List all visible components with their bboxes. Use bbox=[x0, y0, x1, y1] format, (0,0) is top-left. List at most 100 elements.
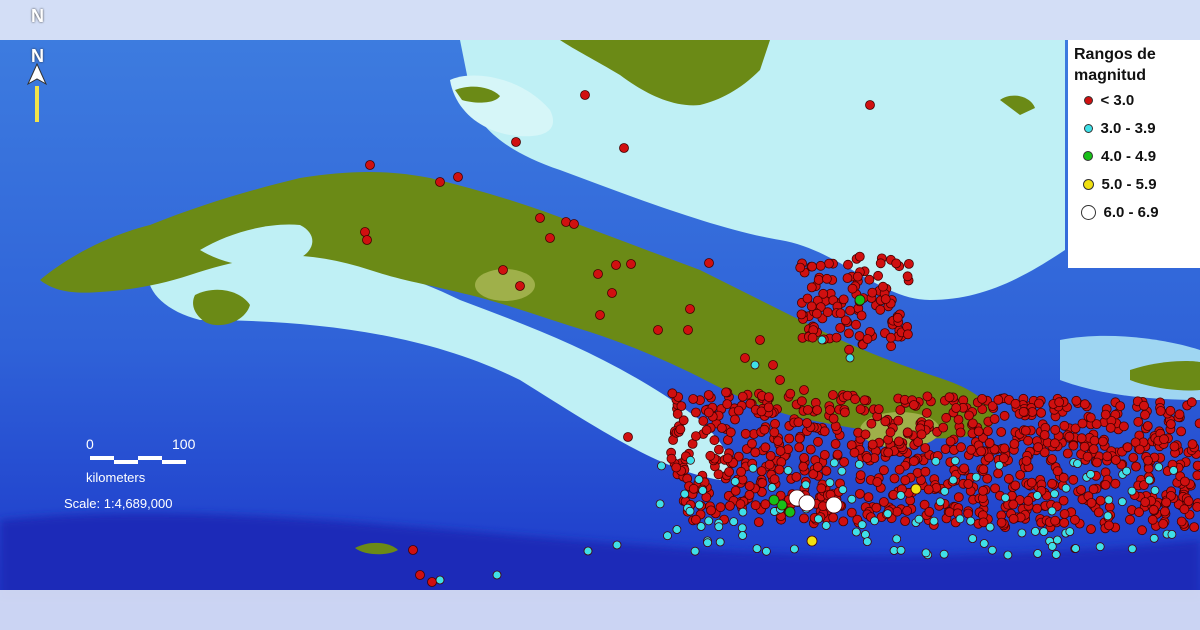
quake-point bbox=[849, 447, 860, 458]
quake-point bbox=[838, 485, 848, 495]
quake-point bbox=[956, 442, 966, 453]
quake-point bbox=[713, 469, 724, 480]
quake-point bbox=[1079, 441, 1090, 452]
quake-point bbox=[593, 269, 603, 279]
quake-point bbox=[822, 307, 833, 318]
quake-point bbox=[775, 446, 786, 456]
quake-point bbox=[1149, 533, 1159, 543]
quake-point bbox=[695, 500, 704, 510]
quake-point bbox=[902, 505, 912, 516]
quake-point bbox=[1159, 434, 1169, 445]
quake-point bbox=[894, 464, 905, 475]
quake-point bbox=[611, 260, 621, 270]
quake-point bbox=[999, 410, 1010, 421]
quake-point bbox=[1192, 460, 1200, 471]
quake-point bbox=[744, 490, 755, 500]
quake-point bbox=[653, 325, 663, 335]
quake-point bbox=[832, 449, 843, 460]
quake-point bbox=[1059, 509, 1070, 519]
quake-point bbox=[730, 485, 741, 496]
seismicity-map[interactable]: N N Rangos de magnitud < 3.0 3.0 - 3.9 4.0… bbox=[0, 0, 1200, 630]
quake-point bbox=[803, 404, 813, 415]
quake-point bbox=[863, 492, 874, 503]
quake-point bbox=[427, 577, 437, 587]
quake-point bbox=[1100, 409, 1111, 420]
quake-point bbox=[924, 506, 935, 517]
quake-point bbox=[1127, 486, 1137, 496]
quake-point bbox=[940, 486, 950, 496]
quake-point bbox=[696, 522, 706, 531]
quake-point bbox=[835, 322, 846, 333]
quake-point bbox=[880, 294, 891, 305]
quake-point bbox=[851, 319, 861, 330]
quake-point bbox=[830, 439, 841, 449]
quake-point bbox=[910, 483, 922, 495]
quake-point bbox=[921, 548, 931, 558]
quake-point bbox=[799, 452, 809, 463]
quake-point bbox=[1034, 398, 1044, 409]
quake-point bbox=[821, 465, 832, 476]
legend-item: 6.0 - 6.9 bbox=[1074, 198, 1200, 226]
legend-item-label: 6.0 - 6.9 bbox=[1103, 203, 1159, 221]
quake-point bbox=[893, 415, 904, 426]
quake-point bbox=[1051, 550, 1061, 559]
quake-point bbox=[360, 227, 370, 237]
quake-point bbox=[683, 325, 693, 335]
quake-point bbox=[1071, 544, 1080, 553]
quake-point bbox=[1128, 452, 1139, 463]
quake-point bbox=[737, 523, 747, 533]
quake-point bbox=[1008, 499, 1019, 510]
quake-point bbox=[819, 426, 830, 437]
quake-point bbox=[1148, 504, 1159, 515]
quake-point bbox=[706, 505, 716, 516]
quake-point bbox=[675, 424, 686, 435]
quake-point bbox=[1010, 480, 1021, 491]
quake-point bbox=[1082, 451, 1093, 462]
legend-item-label: 3.0 - 3.9 bbox=[1100, 119, 1156, 137]
quake-point bbox=[666, 453, 677, 464]
quake-point bbox=[747, 438, 757, 449]
quake-point bbox=[940, 444, 951, 455]
quake-point bbox=[796, 309, 807, 320]
quake-point bbox=[784, 506, 796, 518]
quake-point bbox=[892, 534, 902, 544]
quake-point bbox=[1023, 435, 1033, 446]
quake-point bbox=[752, 544, 762, 553]
quake-point bbox=[875, 258, 886, 269]
quake-point bbox=[923, 484, 934, 495]
quake-point bbox=[704, 258, 714, 268]
quake-point bbox=[365, 160, 375, 170]
quake-point bbox=[691, 431, 701, 442]
quake-point bbox=[763, 392, 774, 403]
quake-point bbox=[750, 447, 761, 458]
quake-point bbox=[1036, 407, 1046, 418]
scale-bar: 0 100 kilometers Scale: 1:4,689,000 bbox=[62, 436, 212, 516]
quake-point bbox=[909, 456, 919, 467]
quake-point bbox=[703, 390, 714, 400]
quake-point bbox=[948, 475, 958, 485]
quake-point bbox=[1192, 502, 1200, 512]
quake-point bbox=[738, 507, 748, 517]
legend-item: < 3.0 bbox=[1074, 86, 1200, 114]
quake-point bbox=[784, 433, 795, 444]
quake-point bbox=[785, 388, 796, 399]
quake-point bbox=[855, 470, 866, 481]
quake-point bbox=[875, 304, 886, 315]
quake-point bbox=[799, 385, 809, 395]
quake-point bbox=[760, 499, 771, 510]
quake-point bbox=[844, 344, 854, 355]
quake-point bbox=[983, 426, 993, 437]
quake-point bbox=[852, 271, 863, 282]
quake-point bbox=[964, 410, 974, 421]
quake-point bbox=[945, 436, 956, 447]
scale-units: kilometers bbox=[86, 470, 146, 485]
map-canvas[interactable] bbox=[0, 0, 1200, 630]
quake-point bbox=[698, 485, 708, 495]
quake-point bbox=[1104, 520, 1114, 531]
quake-point bbox=[738, 531, 747, 540]
quake-point bbox=[1160, 506, 1170, 517]
quake-point bbox=[1023, 495, 1034, 506]
quake-point bbox=[580, 90, 590, 100]
quake-point bbox=[1192, 470, 1200, 481]
quake-point bbox=[1104, 495, 1114, 505]
